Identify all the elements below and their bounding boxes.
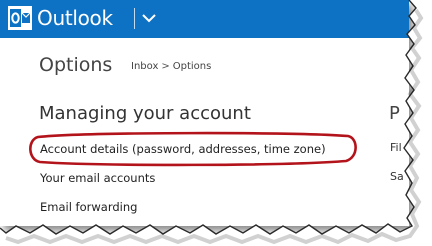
- page-title: Options: [39, 54, 113, 76]
- breadcrumb-current: Options: [172, 61, 212, 72]
- account-details-link[interactable]: Account details (password, addresses, ti…: [40, 142, 326, 156]
- app-brand[interactable]: Outlook: [37, 6, 113, 30]
- outlook-logo-icon[interactable]: [8, 6, 32, 30]
- email-accounts-link[interactable]: Your email accounts: [40, 171, 155, 185]
- top-bar: Outlook: [0, 0, 409, 38]
- right-column-item-1[interactable]: Fil: [390, 141, 402, 155]
- right-column-item-2[interactable]: Sa: [390, 170, 404, 184]
- right-column-heading: P: [389, 103, 400, 124]
- breadcrumb-separator: >: [161, 61, 170, 72]
- breadcrumb: Inbox > Options: [131, 61, 211, 73]
- chevron-down-icon[interactable]: [141, 11, 157, 25]
- email-forwarding-link[interactable]: Email forwarding: [40, 200, 137, 214]
- header-divider: [134, 8, 135, 29]
- section-title: Managing your account: [39, 103, 251, 124]
- screenshot-frame: Outlook Options Inbox > Options Managing y…: [0, 0, 409, 226]
- breadcrumb-inbox[interactable]: Inbox: [131, 61, 158, 72]
